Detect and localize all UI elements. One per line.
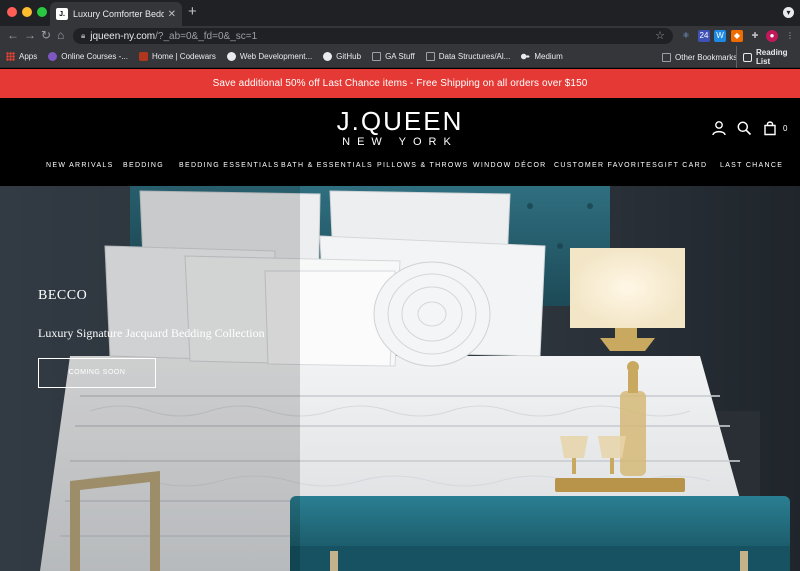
folder-icon xyxy=(372,52,382,61)
bookmark-medium[interactable]: Medium xyxy=(521,52,563,61)
nav-bedding-essentials[interactable]: BEDDING ESSENTIALS xyxy=(179,162,279,169)
medium-icon xyxy=(521,52,531,61)
tab-title: Luxury Comforter Bedding Sets xyxy=(73,9,164,19)
bookmark-apps[interactable]: Apps xyxy=(6,52,37,61)
lock-icon: 🔒︎ xyxy=(81,31,86,40)
cart-count: 0 xyxy=(783,124,788,133)
codewars-icon xyxy=(138,52,148,61)
folder-icon xyxy=(425,52,435,61)
bookmark-folder-data-structures[interactable]: Data Structures/Al... xyxy=(425,52,510,61)
profile-avatar-icon[interactable]: ● xyxy=(766,30,778,42)
hero-banner[interactable]: BECCO Luxury Signature Jacquard Bedding … xyxy=(0,186,800,571)
reload-icon[interactable]: ↻ xyxy=(41,28,51,42)
url-host: jqueen-ny.com xyxy=(90,30,156,42)
nav-bath-essentials[interactable]: BATH & ESSENTIALS xyxy=(281,162,373,169)
extensions-puzzle-icon[interactable]: ✚ xyxy=(749,30,761,42)
main-nav: NEW ARRIVALS BEDDING BEDDING ESSENTIALS … xyxy=(0,162,800,174)
new-tab-button[interactable]: + xyxy=(188,3,197,20)
logo-wordmark: J.QUEEN xyxy=(336,106,464,136)
promo-text: Save additional 50% off Last Chance item… xyxy=(212,78,588,89)
hero-title: BECCO xyxy=(38,288,88,303)
nav-customer-favorites[interactable]: CUSTOMER FAVORITES xyxy=(554,162,658,169)
nav-pillows-throws[interactable]: PILLOWS & THROWS xyxy=(377,162,468,169)
bookmark-web-development[interactable]: Web Development... xyxy=(226,52,312,61)
other-bookmarks[interactable]: Other Bookmarks xyxy=(662,46,737,68)
reading-list[interactable]: Reading List xyxy=(736,46,800,68)
reading-list-icon xyxy=(743,52,752,62)
browser-tab-active[interactable]: J. Luxury Comforter Bedding Sets ✕ xyxy=(50,2,182,26)
search-icon[interactable] xyxy=(736,120,752,136)
nav-window-decor[interactable]: WINDOW DÉCOR xyxy=(473,162,547,169)
web-dev-icon xyxy=(226,52,236,61)
courses-icon xyxy=(48,52,58,61)
bookmark-online-courses[interactable]: Online Courses -... xyxy=(48,52,128,61)
nav-bedding[interactable]: BEDDING xyxy=(123,162,164,169)
site-logo[interactable]: J.QUEEN NEW YORK xyxy=(0,107,800,148)
cart-icon[interactable] xyxy=(762,120,778,136)
logo-location: NEW YORK xyxy=(342,136,458,148)
bookmarks-bar: Apps Online Courses -... Home | Codewars… xyxy=(0,46,800,68)
apps-grid-icon xyxy=(6,52,15,61)
bookmark-folder-ga-stuff[interactable]: GA Stuff xyxy=(372,52,415,61)
nav-last-chance[interactable]: LAST CHANCE xyxy=(720,162,783,169)
account-icon[interactable] xyxy=(711,120,727,136)
bookmark-github[interactable]: GitHub xyxy=(323,52,361,61)
address-bar[interactable]: 🔒︎ jqueen-ny.com/?_ab=0&_fd=0&_sc=1 ☆ xyxy=(73,28,673,44)
url-path: /?_ab=0&_fd=0&_sc=1 xyxy=(155,30,258,42)
folder-icon xyxy=(662,52,671,62)
bookmark-star-icon[interactable]: ☆ xyxy=(655,29,665,42)
extension-calendar-icon[interactable]: 24 xyxy=(698,30,710,42)
close-window-button[interactable] xyxy=(7,7,17,17)
promo-banner[interactable]: Save additional 50% off Last Chance item… xyxy=(0,69,800,98)
browser-toolbar: ← → ↻ ⌂ 🔒︎ jqueen-ny.com/?_ab=0&_fd=0&_s… xyxy=(0,26,800,46)
extension-translate-icon[interactable]: W xyxy=(714,30,726,42)
hero-subtitle: Luxury Signature Jacquard Bedding Collec… xyxy=(38,326,265,340)
minimize-window-button[interactable] xyxy=(22,7,32,17)
maximize-window-button[interactable] xyxy=(37,7,47,17)
browser-tab-strip: J. Luxury Comforter Bedding Sets ✕ + ▾ xyxy=(0,0,800,26)
tab-close-icon[interactable]: ✕ xyxy=(168,9,176,20)
nav-new-arrivals[interactable]: NEW ARRIVALS xyxy=(46,162,114,169)
github-icon xyxy=(323,52,333,61)
back-arrow-icon[interactable]: ← xyxy=(7,28,19,42)
tab-search-icon[interactable]: ▾ xyxy=(783,7,794,18)
react-devtools-icon[interactable]: ⚛ xyxy=(680,30,692,42)
browser-menu-icon[interactable]: ⋮ xyxy=(784,30,796,42)
bookmark-codewars[interactable]: Home | Codewars xyxy=(138,52,216,61)
site-header: J.QUEEN NEW YORK 0 NEW ARRIVALS BEDDING … xyxy=(0,98,800,186)
forward-arrow-icon[interactable]: → xyxy=(24,28,36,42)
extension-fox-icon[interactable]: ◆ xyxy=(731,30,743,42)
coming-soon-button[interactable]: COMING SOON xyxy=(38,358,156,388)
home-icon[interactable]: ⌂ xyxy=(57,28,64,42)
nav-gift-card[interactable]: GIFT CARD xyxy=(658,162,707,169)
jqueen-favicon-icon: J. xyxy=(56,8,68,20)
